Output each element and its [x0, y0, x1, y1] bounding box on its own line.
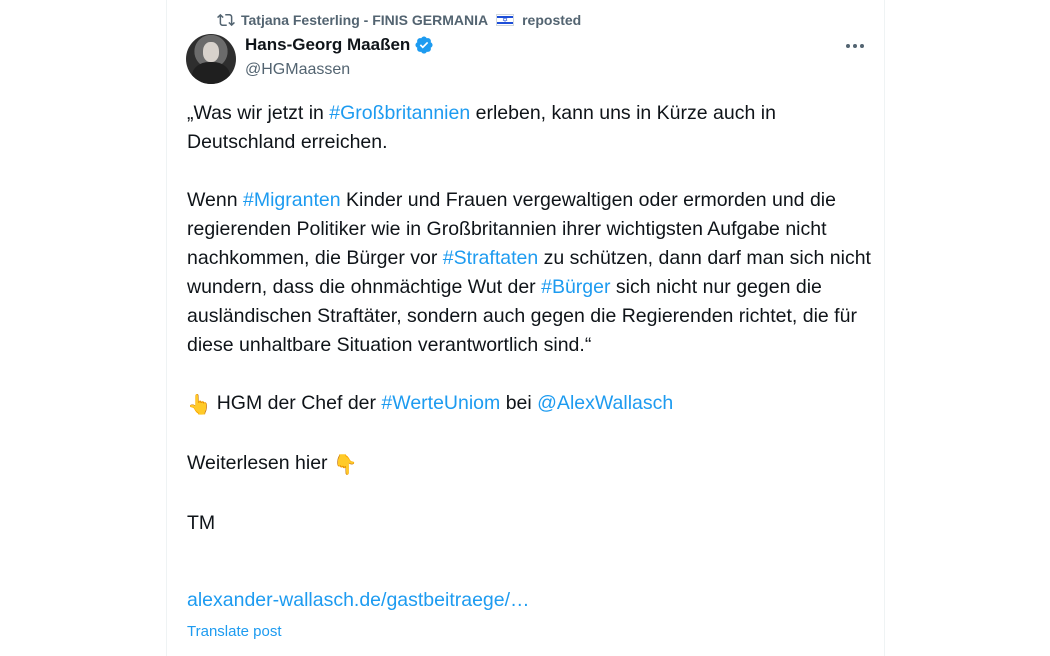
tweet-text: „Was wir jetzt in #Großbritannien erlebe…	[187, 99, 872, 538]
pointing-down-icon: 👇	[332, 454, 358, 476]
text-segment: HGM der Chef der	[211, 392, 382, 414]
tweet-paragraph-2: Wenn #Migranten Kinder und Frauen vergew…	[187, 186, 872, 360]
verified-badge-icon[interactable]	[414, 35, 434, 55]
avatar[interactable]	[186, 34, 236, 84]
author-handle[interactable]: @HGMaassen	[245, 61, 350, 79]
translate-post-link[interactable]: Translate post	[187, 623, 282, 640]
hashtag-link[interactable]: #WerteUniom	[381, 392, 500, 414]
tweet-paragraph-5: TM	[187, 512, 216, 534]
repost-context[interactable]: Tatjana Festerling - FINIS GERMANIA ✡ re…	[217, 10, 581, 30]
text-segment: Weiterlesen hier	[187, 452, 333, 474]
pointing-up-icon: 👆	[187, 394, 212, 416]
tweet-column: Tatjana Festerling - FINIS GERMANIA ✡ re…	[166, 0, 885, 656]
more-dot	[860, 44, 864, 48]
hashtag-link[interactable]: #Straftaten	[443, 247, 538, 269]
text-segment: Wenn	[187, 189, 244, 211]
hashtag-link[interactable]: #Großbritannien	[329, 102, 470, 124]
text-segment: bei	[500, 392, 538, 414]
more-dot	[846, 44, 850, 48]
repost-icon	[217, 13, 235, 27]
tweet-paragraph-4: Weiterlesen hier 👇	[187, 449, 872, 480]
mention-link[interactable]: @AlexWallasch	[537, 392, 673, 414]
more-options-icon[interactable]	[843, 36, 867, 56]
text-segment: „Was wir jetzt in	[187, 102, 330, 124]
author-name-row[interactable]: Hans-Georg Maaßen	[245, 35, 434, 55]
more-dot	[853, 44, 857, 48]
israel-flag-icon: ✡	[496, 14, 515, 26]
avatar-face	[203, 42, 219, 62]
external-link[interactable]: alexander-wallasch.de/gastbeitraege/…	[187, 589, 530, 612]
tweet-paragraph-1: „Was wir jetzt in #Großbritannien erlebe…	[187, 99, 872, 157]
repost-suffix: reposted	[522, 12, 582, 28]
avatar-suit	[192, 62, 230, 84]
repost-user-name[interactable]: Tatjana Festerling - FINIS GERMANIA	[241, 12, 488, 28]
tweet-paragraph-3: 👆 HGM der Chef der #WerteUniom bei @Alex…	[187, 389, 872, 420]
hashtag-link[interactable]: #Migranten	[243, 189, 341, 211]
author-name[interactable]: Hans-Georg Maaßen	[245, 35, 410, 55]
hashtag-link[interactable]: #Bürger	[541, 276, 610, 298]
